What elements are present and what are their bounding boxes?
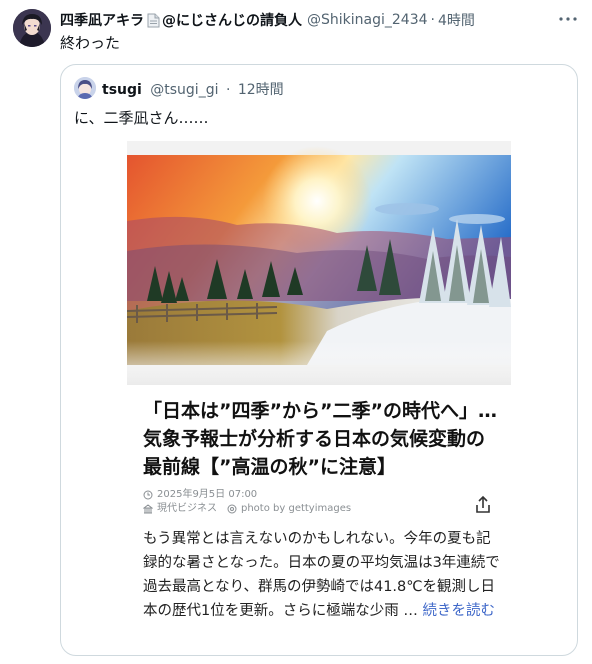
author-avatar[interactable] [13,9,51,47]
tweet: 四季凪アキラ @にじさんじの請負人 @Shikinagi_2434 · 4時間 … [0,0,592,664]
document-icon [147,13,160,28]
quote-header: tsugi @tsugi_gi · 12時間 [102,79,284,99]
separator-dot: · [225,82,231,98]
separator-dot: · [430,12,435,28]
quote-author-handle[interactable]: @tsugi_gi [150,82,218,98]
quote-author-name[interactable]: tsugi [102,82,142,98]
tweet-timestamp[interactable]: 4時間 [438,10,475,30]
quote-text: に、二季凪さん…… [74,109,209,127]
author-name[interactable]: 四季凪アキラ [60,10,144,30]
quoted-tweet[interactable]: tsugi @tsugi_gi · 12時間 に、二季凪さん…… 「日本は”四季… [60,64,578,656]
article-title[interactable]: 「日本は”四季”から”二季”の時代へ」…気象予報士が分析する日本の気候変動の最前… [143,397,503,481]
author-handle[interactable]: @Shikinagi_2434 [307,12,428,28]
photo-credit: photo by gettyimages [241,503,352,514]
tweet-header: 四季凪アキラ @にじさんじの請負人 @Shikinagi_2434 · 4時間 [60,10,580,30]
quote-author-avatar[interactable] [74,77,96,99]
article-source[interactable]: 現代ビジネス [157,502,217,516]
article-body: もう異常とは言えないのかもしれない。今年の夏も記録的な暑さとなった。日本の夏の平… [143,527,503,623]
building-icon [142,504,154,514]
clock-icon [143,490,153,500]
article-meta: 2025年9月5日 07:00 現代ビジネス photo by gettyima… [142,488,352,516]
article-source-row: 現代ビジネス photo by gettyimages [142,502,352,516]
article-card[interactable]: 「日本は”四季”から”二季”の時代へ」…気象予報士が分析する日本の気候変動の最前… [127,141,511,655]
tweet-text: 終わった [60,34,121,52]
article-date-row: 2025年9月5日 07:00 [143,488,351,502]
author-name-suffix[interactable]: @にじさんじの請負人 [162,10,302,30]
quote-timestamp[interactable]: 12時間 [238,82,284,98]
more-icon[interactable] [558,9,578,29]
article-hero-image [127,141,511,385]
article-date: 2025年9月5日 07:00 [157,489,258,500]
camera-icon [227,504,237,514]
read-more-link[interactable]: 続きを読む [422,603,495,619]
share-icon[interactable] [473,495,493,515]
